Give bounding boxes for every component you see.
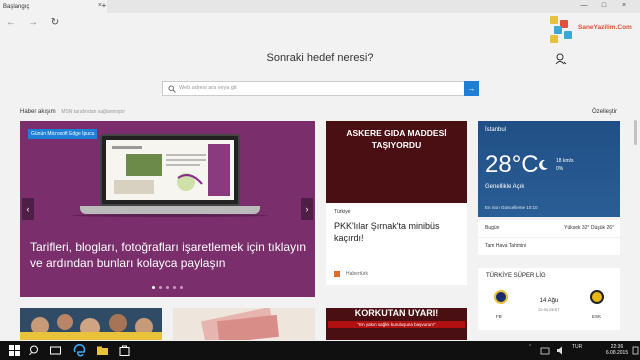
scrollbar[interactable] (634, 120, 637, 145)
laptop-page (106, 140, 234, 200)
search-input[interactable]: Web adresi ara veya git (179, 85, 237, 91)
weather-card[interactable]: İstanbul 28°C 18 km/s 0% Genellikle Açık… (478, 121, 620, 217)
carousel-prev-button[interactable]: ‹ (22, 198, 34, 220)
weather-meta: 18 km/s 0% (556, 157, 574, 173)
toolbar: ← → ↻ (0, 13, 640, 33)
new-tab-button[interactable]: + (98, 0, 110, 13)
weather-forecast-link[interactable]: Tam Hava Tahmini (478, 238, 620, 255)
sports-title: TÜRKİYE SÜPER LİG (486, 273, 546, 279)
news-image (173, 308, 315, 340)
news-header: Haber akışım MSN tarafından sağlanmıştır (20, 109, 125, 115)
news-card[interactable] (173, 308, 315, 340)
carousel-dot[interactable] (180, 286, 183, 289)
match-date: 14 Ağu (539, 298, 559, 304)
maximize-button[interactable]: □ (596, 0, 612, 13)
logo-text: SaneYazilim.Com (578, 24, 632, 31)
windows-start-icon[interactable] (8, 344, 21, 357)
task-view-icon[interactable] (49, 344, 62, 357)
weather-forecast-label: Tam Hava Tahmini (485, 243, 527, 249)
tab-title: Başlangıç (3, 3, 30, 10)
weather-temperature: 28°C (485, 151, 539, 178)
file-explorer-icon[interactable] (96, 344, 109, 357)
tab-strip: Başlangıç × + — □ × (0, 0, 640, 13)
news-image (20, 308, 162, 340)
carousel-dots (152, 286, 183, 289)
weather-precip: 0% (556, 166, 564, 172)
feature-tag: Günün Microsoft Edge İpucu (28, 129, 98, 139)
news-title[interactable]: PKK'lılar Şırnak'ta minibüs kaçırdı! (334, 220, 462, 244)
sports-card[interactable]: TÜRKİYE SÜPER LİG FB 14 Ağu 22:00 EEST E… (478, 268, 620, 330)
carousel-next-button[interactable]: › (301, 198, 313, 220)
weather-updated: En Son Güncelleme 10:10 (485, 205, 538, 210)
volume-icon[interactable] (556, 344, 566, 357)
tray-up-icon[interactable]: ⌃ (528, 344, 532, 350)
customize-link[interactable]: Özelleştir (592, 109, 617, 115)
carousel-dot[interactable] (166, 286, 169, 289)
home-team: FB (496, 314, 502, 319)
forward-button[interactable]: → (26, 16, 40, 30)
news-card[interactable] (20, 308, 162, 340)
store-icon[interactable] (118, 344, 131, 357)
weather-today-value: Yüksek 32° Düşük 26° (564, 225, 614, 231)
laptop-shadow (72, 214, 268, 217)
user-icon[interactable] (555, 53, 567, 65)
taskbar: ⌃ TUR 22:36 6.08.2015 (0, 341, 640, 360)
network-icon[interactable] (540, 344, 550, 357)
featured-card[interactable]: Günün Microsoft Edge İpucu ‹ › Tarifleri… (20, 121, 315, 297)
search-icon[interactable] (28, 344, 41, 357)
search-icon (168, 85, 176, 93)
news-image: ASKERE GIDA MADDESİ TAŞIYORDU (326, 121, 467, 203)
feature-title[interactable]: Tarifleri, blogları, fotoğrafları işaret… (30, 239, 310, 271)
refresh-button[interactable]: ↻ (48, 16, 62, 30)
webpage-illustration (112, 144, 230, 196)
news-header-label: Haber akışım (20, 109, 56, 115)
watermark-logo: SaneYazilim.Com (548, 14, 638, 44)
weather-condition: Genellikle Açık (485, 184, 525, 190)
source-icon (334, 271, 340, 277)
laptop-illustration (100, 134, 240, 206)
edge-browser-icon[interactable] (73, 344, 86, 357)
moon-icon (539, 159, 548, 170)
news-header-sublabel: MSN tarafından sağlanmıştır (61, 109, 125, 115)
news-image-text: ASKERE GIDA MADDESİ TAŞIYORDU (346, 128, 447, 150)
weather-wind: 18 km/s (556, 158, 574, 164)
logo-square (564, 31, 572, 39)
language-indicator[interactable]: TUR (572, 344, 582, 350)
weather-city: İstanbul (485, 127, 507, 133)
team-badge-icon (494, 290, 508, 304)
news-image-subtext: "En yakın sağlık kuruluşuna başvurun!" (328, 321, 465, 328)
tab-home[interactable]: Başlangıç × (0, 0, 107, 13)
search-go-button[interactable]: → (464, 81, 479, 96)
news-image-text: KORKUTAN UYARI! (354, 308, 439, 318)
logo-square (550, 35, 558, 43)
news-card[interactable]: ASKERE GIDA MADDESİ TAŞIYORDU Türkiye PK… (326, 121, 467, 285)
news-source: Habertürk (346, 271, 368, 277)
team-badge-icon (590, 290, 604, 304)
news-card[interactable]: KORKUTAN UYARI! "En yakın sağlık kuruluş… (326, 308, 467, 340)
carousel-dot[interactable] (173, 286, 176, 289)
back-button[interactable]: ← (4, 16, 18, 30)
away-team: ESK (592, 314, 602, 319)
minimize-button[interactable]: — (576, 0, 592, 13)
news-category: Türkiye (334, 209, 351, 215)
logo-square (554, 26, 562, 34)
weather-today-row[interactable]: Bugün Yüksek 32° Düşük 26° (478, 220, 620, 237)
close-window-button[interactable]: × (616, 0, 632, 13)
carousel-dot[interactable] (159, 286, 162, 289)
language-label: TUR (572, 344, 583, 350)
weather-today-label: Bugün (485, 225, 500, 231)
clock-date: 6.08.2015 (605, 350, 629, 356)
match-time: 22:00 EEST (538, 307, 560, 312)
page-title: Sonraki hedef neresi? (266, 52, 374, 64)
clock[interactable]: 22:36 6.08.2015 (604, 344, 630, 356)
carousel-dot[interactable] (152, 286, 155, 289)
notification-icon[interactable] (632, 344, 639, 357)
logo-square (550, 16, 558, 24)
laptop-base (80, 206, 260, 214)
search-box[interactable]: Web adresi ara veya git → (162, 81, 479, 96)
